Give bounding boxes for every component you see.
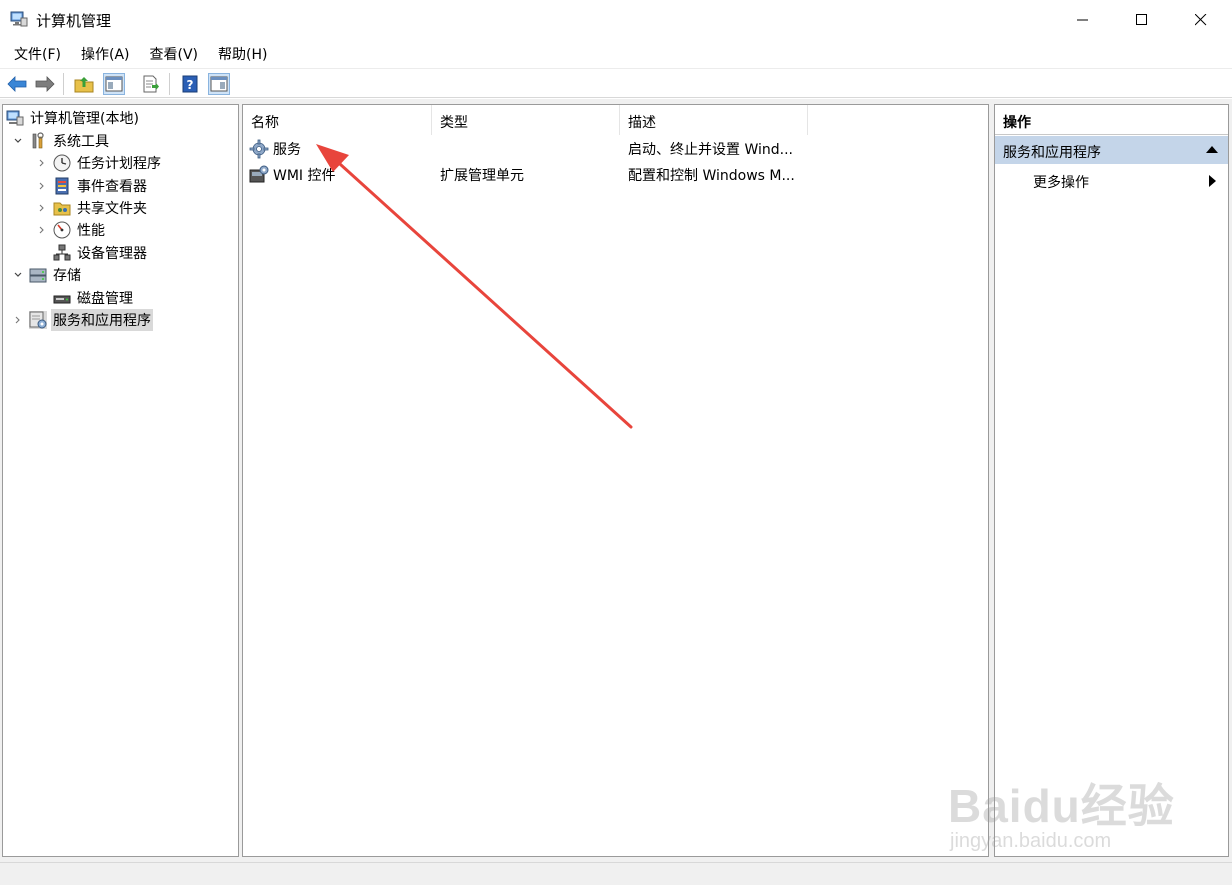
status-bar xyxy=(0,862,1232,885)
menu-file[interactable]: 文件(F) xyxy=(6,40,69,66)
list-item-services[interactable]: 服务 启动、终止并设置 Wind... xyxy=(243,136,988,162)
device-manager-icon xyxy=(53,244,71,262)
submenu-arrow-icon xyxy=(1209,175,1216,187)
list-item-description: 启动、终止并设置 Wind... xyxy=(628,142,793,158)
up-one-level-button[interactable] xyxy=(73,73,95,95)
list-header: 名称 类型 描述 xyxy=(243,105,988,135)
toolbar-separator xyxy=(169,73,170,95)
collapse-up-icon[interactable] xyxy=(1206,146,1218,153)
column-header-name[interactable]: 名称 xyxy=(243,105,432,135)
actions-pane: 操作 服务和应用程序 更多操作 xyxy=(994,104,1229,857)
clock-icon xyxy=(53,154,71,172)
chevron-right-icon[interactable] xyxy=(11,313,25,327)
chevron-down-icon[interactable] xyxy=(11,134,25,148)
help-icon: ? xyxy=(182,75,198,93)
column-header-description[interactable]: 描述 xyxy=(620,105,808,135)
disk-icon xyxy=(53,289,71,307)
forward-arrow-icon xyxy=(35,76,55,92)
performance-icon xyxy=(53,221,71,239)
list-item-wmi-control[interactable]: WMI 控件 扩展管理单元 配置和控制 Windows M... xyxy=(243,162,988,188)
tree-item-label: 任务计划程序 xyxy=(77,156,161,172)
storage-icon xyxy=(29,266,47,284)
title-bar: 计算机管理 xyxy=(0,0,1232,40)
minimize-icon xyxy=(1077,19,1088,21)
more-actions-label: 更多操作 xyxy=(1033,175,1089,191)
menu-bar: 文件(F) 操作(A) 查看(V) 帮助(H) xyxy=(0,40,1232,66)
maximize-icon xyxy=(1136,14,1147,25)
menu-help[interactable]: 帮助(H) xyxy=(210,40,275,66)
export-list-icon xyxy=(143,75,159,93)
gear-icon xyxy=(249,139,269,159)
tree-item-label: 事件查看器 xyxy=(77,179,147,195)
back-button[interactable] xyxy=(6,73,28,95)
maximize-button[interactable] xyxy=(1119,0,1165,40)
tree-item-label: 服务和应用程序 xyxy=(51,309,153,331)
svg-text:?: ? xyxy=(187,78,194,92)
tree-item-system-tools[interactable]: 系统工具 xyxy=(11,130,111,152)
list-item-name: WMI 控件 xyxy=(273,168,336,184)
column-header-filler xyxy=(808,105,988,135)
tree-item-performance[interactable]: 性能 xyxy=(35,219,107,241)
menu-view[interactable]: 查看(V) xyxy=(142,40,207,66)
console-tree-pane: 计算机管理(本地) 系统工具 任务计划程序 事件查看器 共享文件夹 性能 设备管… xyxy=(2,104,239,857)
toolbar-separator xyxy=(63,73,64,95)
tree-item-event-viewer[interactable]: 事件查看器 xyxy=(35,175,149,197)
tree-item-label: 计算机管理(本地) xyxy=(30,111,139,127)
list-item-type: 扩展管理单元 xyxy=(440,168,524,184)
tree-item-label: 存储 xyxy=(53,268,81,284)
chevron-right-icon[interactable] xyxy=(35,223,49,237)
chevron-right-icon[interactable] xyxy=(35,179,49,193)
tree-item-device-manager[interactable]: 设备管理器 xyxy=(53,242,149,264)
up-folder-icon xyxy=(74,77,94,93)
tree-item-services-and-applications[interactable]: 服务和应用程序 xyxy=(11,309,153,331)
chevron-right-icon[interactable] xyxy=(35,201,49,215)
window-title: 计算机管理 xyxy=(36,12,112,30)
tree-item-storage[interactable]: 存储 xyxy=(11,264,83,286)
column-header-type[interactable]: 类型 xyxy=(432,105,620,135)
tree-item-task-scheduler[interactable]: 任务计划程序 xyxy=(35,152,163,174)
forward-button[interactable] xyxy=(34,73,56,95)
show-hide-action-pane-button[interactable] xyxy=(208,73,230,95)
menu-action[interactable]: 操作(A) xyxy=(73,40,138,66)
back-arrow-icon xyxy=(7,76,27,92)
actions-title: 操作 xyxy=(995,105,1228,135)
actions-section-label: 服务和应用程序 xyxy=(1003,145,1101,161)
tree-item-label: 系统工具 xyxy=(53,134,109,150)
actions-section-header[interactable]: 服务和应用程序 xyxy=(995,136,1228,164)
tree-item-label: 设备管理器 xyxy=(77,246,147,262)
help-button[interactable]: ? xyxy=(179,73,201,95)
wmi-control-icon xyxy=(249,165,269,185)
tools-icon xyxy=(29,132,47,150)
tree-item-computer-management[interactable]: 计算机管理(本地) xyxy=(6,107,141,129)
tree-item-label: 磁盘管理 xyxy=(77,291,133,307)
watermark-brand: Baidu经验 xyxy=(948,780,1175,832)
export-list-button[interactable] xyxy=(140,73,162,95)
chevron-down-icon[interactable] xyxy=(11,268,25,282)
close-button[interactable] xyxy=(1178,0,1224,40)
services-apps-icon xyxy=(29,311,47,329)
show-hide-action-pane-icon xyxy=(210,76,228,92)
computer-management-app-icon xyxy=(10,10,28,28)
results-list-pane: 名称 类型 描述 服务 启动、终止并设置 Wind... WMI 控件 扩展管理… xyxy=(242,104,989,857)
computer-management-icon xyxy=(6,109,24,127)
tree-item-shared-folders[interactable]: 共享文件夹 xyxy=(35,197,149,219)
show-hide-tree-icon xyxy=(105,76,123,92)
baidu-jingyan-watermark: Baidu经验 jingyan.baidu.com xyxy=(940,750,1180,860)
tree-item-label: 性能 xyxy=(77,223,105,239)
close-icon xyxy=(1195,14,1207,26)
tree-item-label: 共享文件夹 xyxy=(77,201,147,217)
main-area: 计算机管理(本地) 系统工具 任务计划程序 事件查看器 共享文件夹 性能 设备管… xyxy=(0,99,1232,862)
shared-folder-icon xyxy=(53,199,71,217)
chevron-right-icon[interactable] xyxy=(35,156,49,170)
more-actions-item[interactable]: 更多操作 xyxy=(995,167,1228,193)
tree-item-disk-management[interactable]: 磁盘管理 xyxy=(53,287,135,309)
event-viewer-icon xyxy=(53,177,71,195)
minimize-button[interactable] xyxy=(1060,0,1106,40)
toolbar: ? xyxy=(0,68,1232,98)
watermark-url: jingyan.baidu.com xyxy=(950,830,1112,852)
list-item-name: 服务 xyxy=(273,142,301,158)
list-item-description: 配置和控制 Windows M... xyxy=(628,168,795,184)
show-hide-console-tree-button[interactable] xyxy=(103,73,125,95)
